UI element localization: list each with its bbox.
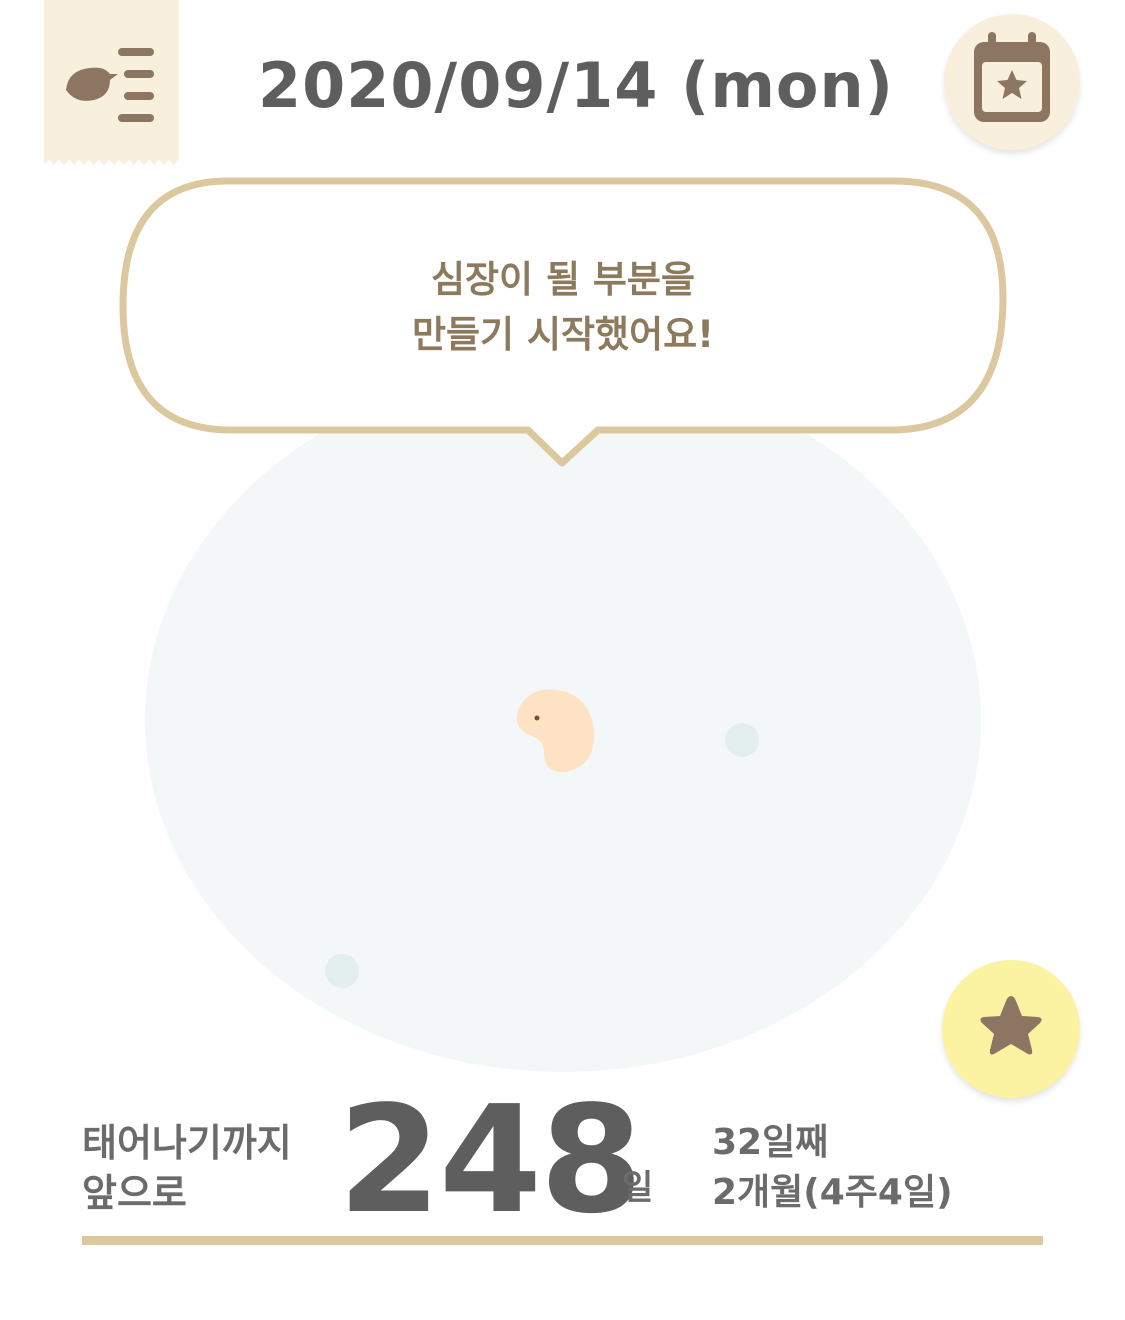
speech-line-2: 만들기 시작했어요! (411, 313, 715, 356)
remaining-label-line2: 앞으로 (82, 1171, 187, 1215)
star-icon (980, 996, 1042, 1055)
floating-bubble (325, 954, 359, 988)
remaining-label: 태어나기까지 앞으로 (82, 1118, 292, 1218)
menu-tab-edge (44, 156, 179, 165)
days-unit: 일 (622, 1168, 654, 1208)
days-remaining-number: 248 (338, 1074, 643, 1246)
speech-bubble-text: 심장이 될 부분을 만들기 시작했어요! (240, 252, 886, 362)
speech-line-1: 심장이 될 부분을 (430, 258, 696, 301)
pregnancy-progress-info: 32일째 2개월(4주4일) (712, 1118, 953, 1218)
star-button[interactable] (942, 960, 1080, 1098)
date-title: 2020/09/14 (mon) (258, 49, 894, 122)
month-week: 2개월(4주4일) (712, 1172, 953, 1213)
floating-bubble (725, 723, 759, 757)
remaining-label-line1: 태어나기까지 (82, 1121, 292, 1165)
embryo-illustration[interactable] (510, 684, 602, 780)
menu-button[interactable] (44, 0, 179, 160)
day-count: 32일째 (712, 1122, 829, 1163)
bird-menu-icon (66, 48, 154, 122)
calendar-button[interactable] (944, 14, 1080, 150)
calendar-star-icon (974, 32, 1050, 122)
divider-line (82, 1236, 1043, 1245)
